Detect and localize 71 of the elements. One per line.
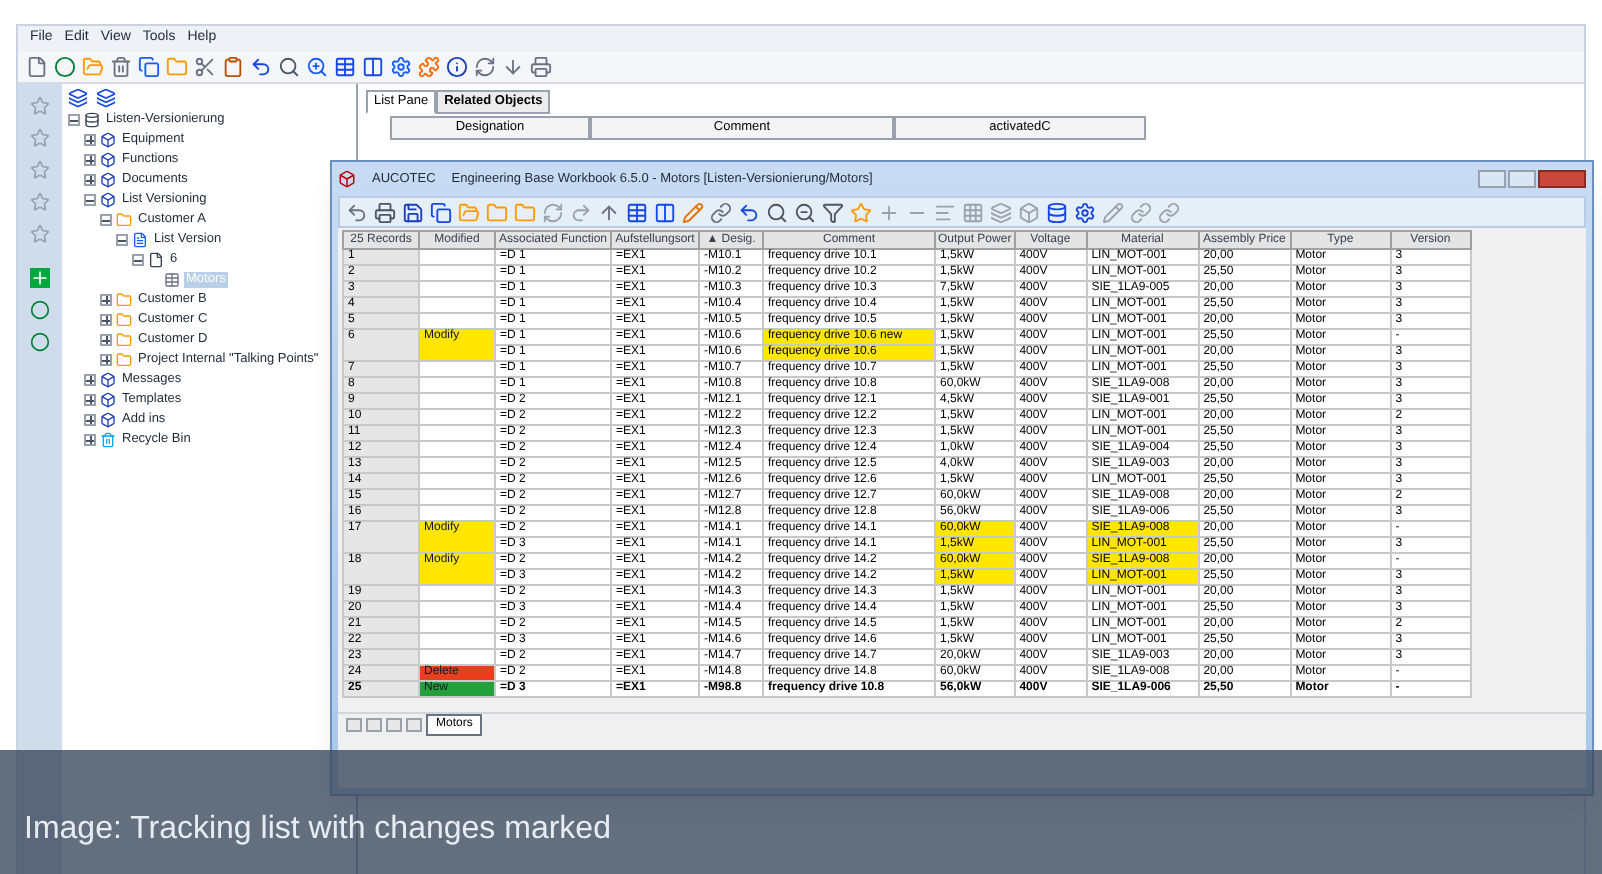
- folder-icon: [116, 292, 132, 308]
- collapse-icon[interactable]: [100, 214, 112, 226]
- expand-icon[interactable]: [84, 394, 96, 406]
- expand-icon[interactable]: [84, 134, 96, 146]
- recycle-bin-icon: [100, 432, 116, 448]
- columns-view-icon[interactable]: [362, 56, 384, 78]
- folder-icon: [116, 212, 132, 228]
- circle-icon[interactable]: [30, 300, 50, 320]
- table-icon: [164, 272, 180, 288]
- folder-icon: [116, 332, 132, 348]
- delete-icon[interactable]: [110, 56, 132, 78]
- settings-icon[interactable]: [1074, 201, 1096, 223]
- expand-icon[interactable]: [84, 374, 96, 386]
- undo-icon[interactable]: [346, 201, 368, 223]
- expand-icon[interactable]: [100, 334, 112, 346]
- folder-icon: [116, 312, 132, 328]
- expand-icon[interactable]: [84, 434, 96, 446]
- table-icon[interactable]: [626, 201, 648, 223]
- info-icon[interactable]: [446, 56, 468, 78]
- edit-icon[interactable]: [682, 201, 704, 223]
- expand-icon[interactable]: [84, 414, 96, 426]
- view-icon[interactable]: [96, 88, 116, 108]
- module-icon: [100, 192, 116, 208]
- expand-icon[interactable]: [84, 154, 96, 166]
- undo-icon[interactable]: [738, 201, 760, 223]
- table-view-icon[interactable]: [334, 56, 356, 78]
- collapse-icon[interactable]: [132, 254, 144, 266]
- folder-icon: [116, 352, 132, 368]
- expand-icon[interactable]: [100, 314, 112, 326]
- expand-icon[interactable]: [100, 354, 112, 366]
- undo-icon[interactable]: [250, 56, 272, 78]
- view-icon[interactable]: [68, 88, 88, 108]
- arrow-down-icon[interactable]: [502, 56, 524, 78]
- search-icon[interactable]: [766, 201, 788, 223]
- paste-icon[interactable]: [222, 56, 244, 78]
- module-icon: [100, 152, 116, 168]
- save-icon[interactable]: [402, 201, 424, 223]
- database-icon[interactable]: [1046, 201, 1068, 223]
- zoom-out-icon[interactable]: [794, 201, 816, 223]
- collapse-icon[interactable]: [84, 194, 96, 206]
- columns-icon[interactable]: [654, 201, 676, 223]
- database-icon: [84, 112, 100, 128]
- module-icon: [100, 132, 116, 148]
- new-file-icon[interactable]: [26, 56, 48, 78]
- filter-icon[interactable]: [822, 201, 844, 223]
- zoom-in-icon[interactable]: [306, 56, 328, 78]
- search-icon[interactable]: [278, 56, 300, 78]
- circle-icon[interactable]: [30, 332, 50, 352]
- settings-icon[interactable]: [390, 56, 412, 78]
- module-icon: [100, 412, 116, 428]
- caption: Image: Tracking list with changes marked: [24, 810, 611, 850]
- collapse-icon[interactable]: [116, 234, 128, 246]
- module-icon: [100, 372, 116, 388]
- add-icon[interactable]: [30, 268, 50, 288]
- refresh-icon[interactable]: [474, 56, 496, 78]
- print-icon[interactable]: [374, 201, 396, 223]
- print-icon[interactable]: [530, 56, 552, 78]
- sort-icon[interactable]: [598, 201, 620, 223]
- expand-icon[interactable]: [100, 294, 112, 306]
- copy-icon[interactable]: [138, 56, 160, 78]
- expand-icon[interactable]: [84, 174, 96, 186]
- document-icon: [132, 232, 148, 248]
- cut-icon[interactable]: [194, 56, 216, 78]
- link-icon[interactable]: [710, 201, 732, 223]
- module-icon: [100, 392, 116, 408]
- page-icon: [148, 252, 164, 268]
- star-icon[interactable]: [850, 201, 872, 223]
- collapse-icon[interactable]: [68, 114, 80, 126]
- app-logo-icon: [338, 170, 356, 188]
- copy-icon[interactable]: [430, 201, 452, 223]
- module-icon: [100, 172, 116, 188]
